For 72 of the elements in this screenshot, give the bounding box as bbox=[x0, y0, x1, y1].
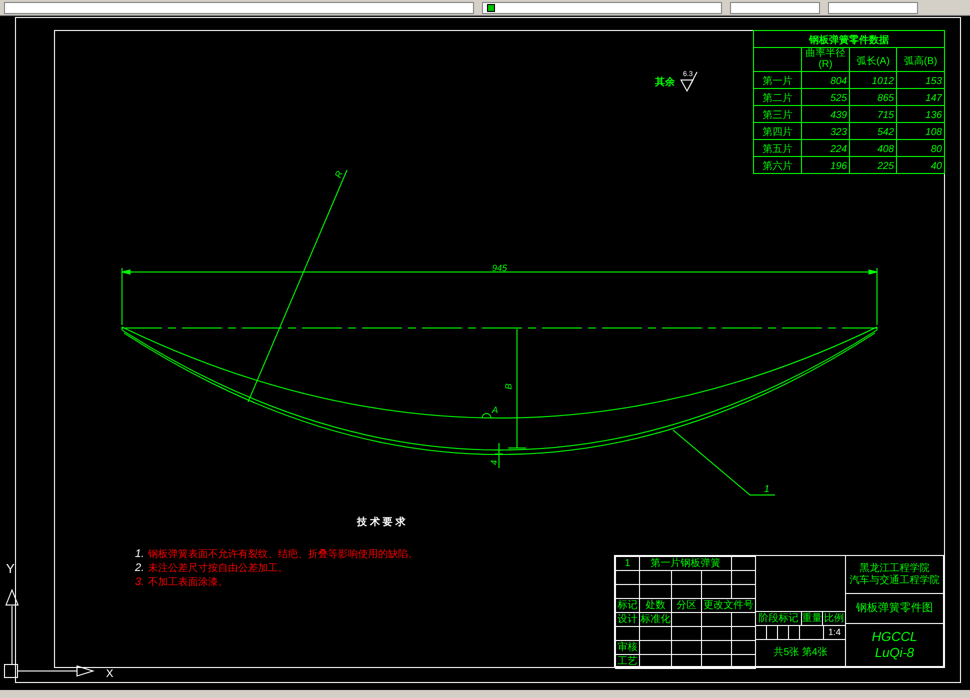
thickness-label: 4 bbox=[490, 460, 499, 465]
school-name: 黑龙江工程学院 bbox=[860, 564, 930, 574]
x-axis-label: X bbox=[106, 669, 114, 680]
table-cell: 1012 bbox=[872, 76, 894, 87]
school-name: 汽车与交通工程学院 bbox=[850, 576, 940, 586]
table-cell: 525 bbox=[830, 93, 847, 104]
table-cell: 147 bbox=[925, 93, 942, 104]
arc-mark bbox=[482, 413, 492, 418]
row-header: 第五片 bbox=[762, 144, 792, 155]
list-number: 1. bbox=[135, 549, 144, 560]
lineweight-dropdown[interactable] bbox=[828, 2, 918, 14]
table-cell: 439 bbox=[830, 110, 847, 121]
title-block-label: 设计 bbox=[618, 614, 638, 624]
y-axis-label: Y bbox=[6, 562, 15, 575]
radius-label: R bbox=[334, 170, 345, 180]
title-block-label: 标准化 bbox=[640, 614, 670, 624]
layer-dropdown[interactable] bbox=[4, 2, 474, 14]
requirement-text: 钢板弹簧表面不允许有裂纹、结疤、折叠等影响使用的缺陷。 bbox=[148, 550, 418, 560]
dimension-value: 945 bbox=[492, 264, 508, 273]
column-header: 弧高(B) bbox=[904, 56, 938, 66]
sheet-count: 共5张 第4张 bbox=[774, 648, 828, 658]
title-block-label: 标记 bbox=[618, 600, 638, 610]
title-block-label: 比例 bbox=[824, 614, 844, 624]
table-title: 钢板弹簧零件数据 bbox=[809, 35, 889, 46]
requirement-text: 未注公差尺寸按自由公差加工。 bbox=[148, 564, 288, 574]
table-cell: 542 bbox=[877, 127, 894, 138]
table-cell: 865 bbox=[877, 93, 894, 104]
title-block-label: 阶段标记 bbox=[758, 614, 798, 624]
table-cell: 153 bbox=[925, 76, 942, 87]
ucs-axes-icon bbox=[4, 588, 95, 678]
table-cell: 225 bbox=[877, 161, 894, 172]
table-cell: 804 bbox=[830, 76, 847, 87]
row-header: 第一片 bbox=[762, 76, 792, 87]
drawing-code: HGCCL bbox=[872, 629, 918, 645]
height-label: B bbox=[504, 384, 514, 390]
row-header: 第二片 bbox=[762, 93, 792, 104]
table-cell: 136 bbox=[925, 110, 942, 121]
title-block-label: 更改文件号 bbox=[704, 600, 754, 610]
roughness-symbol-icon bbox=[680, 72, 698, 92]
row-header: 第三片 bbox=[762, 110, 792, 121]
table-cell: 715 bbox=[877, 110, 894, 121]
title-block-label: 工艺 bbox=[618, 656, 638, 666]
title-block-label: 处数 bbox=[646, 600, 666, 610]
drawing-title: 钢板弹簧零件图 bbox=[856, 603, 934, 614]
row-header: 第四片 bbox=[762, 127, 792, 138]
list-number: 3. bbox=[135, 577, 144, 588]
arc-label: A bbox=[492, 406, 498, 415]
part-number-label: 1 bbox=[764, 485, 770, 495]
column-header: 弧长(A) bbox=[856, 56, 890, 66]
roughness-label: 其余 bbox=[655, 78, 675, 88]
column-header: 曲率半径(R) bbox=[804, 48, 846, 70]
linetype-dropdown[interactable] bbox=[730, 2, 820, 14]
table-cell: 108 bbox=[925, 127, 942, 138]
drawing-code: LuQi-8 bbox=[875, 645, 914, 661]
table-cell: 408 bbox=[877, 144, 894, 155]
title-block-label: 审核 bbox=[618, 642, 638, 652]
table-cell: 40 bbox=[930, 161, 942, 172]
list-number: 2. bbox=[135, 563, 144, 574]
scale-value: 1:4 bbox=[828, 628, 841, 637]
part-name: 第一片钢板弹簧 bbox=[650, 558, 721, 568]
title-block-label: 分区 bbox=[676, 600, 696, 610]
item-number: 1 bbox=[624, 558, 630, 568]
table-cell: 323 bbox=[830, 127, 847, 138]
requirements-heading: 技 术 要 求 bbox=[357, 518, 406, 528]
table-cell: 224 bbox=[830, 144, 847, 155]
requirement-text: 不加工表面涂漆。 bbox=[148, 578, 228, 588]
table-cell: 196 bbox=[830, 161, 847, 172]
row-header: 第六片 bbox=[762, 161, 792, 172]
table-cell: 80 bbox=[930, 144, 942, 155]
title-block-label: 重量 bbox=[802, 614, 822, 624]
color-swatch-icon bbox=[487, 4, 495, 12]
color-dropdown[interactable] bbox=[482, 2, 722, 14]
